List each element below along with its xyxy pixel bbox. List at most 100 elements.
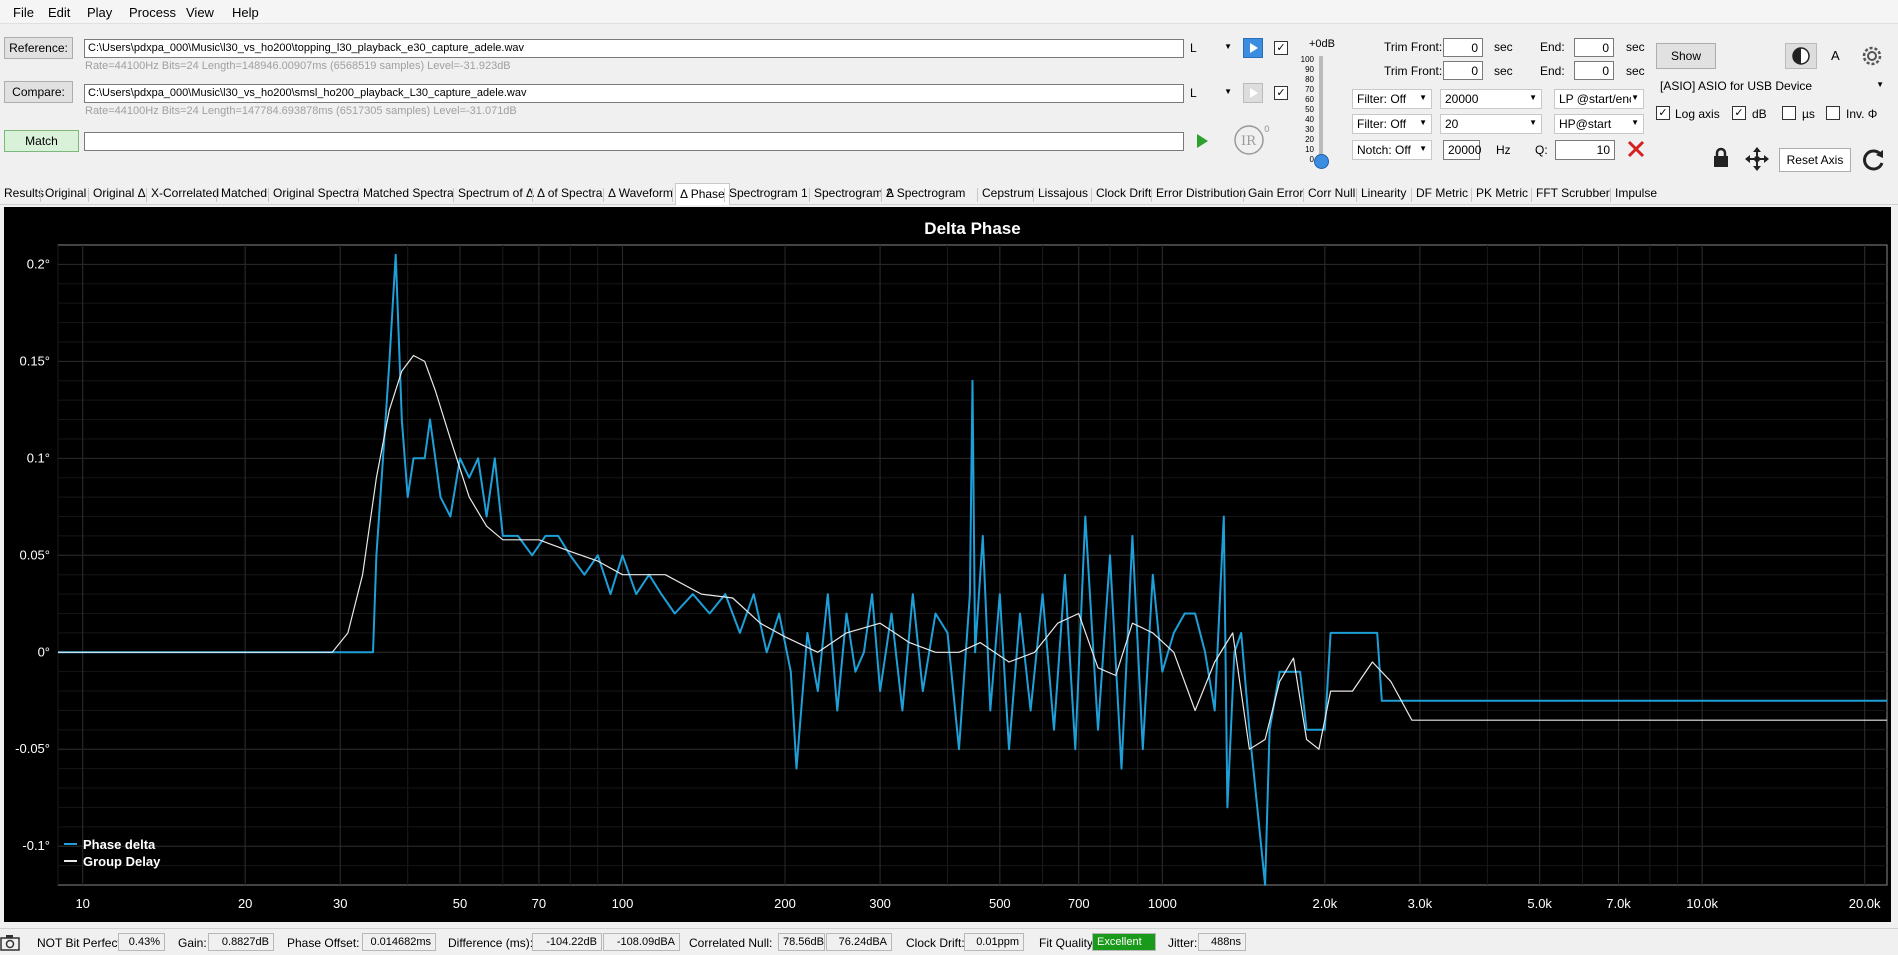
tab-separator bbox=[1303, 188, 1304, 202]
tab-original[interactable]: Original Δ bbox=[91, 186, 148, 200]
tab-original[interactable]: Original bbox=[43, 186, 88, 200]
pan-move-icon[interactable] bbox=[1744, 146, 1770, 172]
reference-button[interactable]: Reference: bbox=[4, 37, 73, 59]
notch-freq-input[interactable]: 20000 bbox=[1443, 140, 1481, 160]
difference-dba-value: -108.09dBA bbox=[603, 933, 680, 951]
menu-edit[interactable]: Edit bbox=[48, 5, 70, 20]
lock-icon[interactable] bbox=[1711, 147, 1731, 169]
trim-end-input-1[interactable]: 0 bbox=[1574, 38, 1614, 57]
y-tick-label: 0.05° bbox=[19, 547, 50, 562]
reference-channel-select[interactable]: L ▼ bbox=[1186, 39, 1236, 59]
tab-pk-metric[interactable]: PK Metric bbox=[1474, 186, 1530, 200]
log-axis-checkbox[interactable]: ✓ bbox=[1656, 106, 1670, 120]
asio-device-select[interactable]: [ASIO] ASIO for USB Device ▼ bbox=[1656, 77, 1888, 97]
tab-matched-spectra[interactable]: Matched Spectra bbox=[361, 186, 456, 200]
tab-x-correlated[interactable]: X-Correlated bbox=[149, 186, 221, 200]
menu-view[interactable]: View bbox=[186, 5, 214, 20]
fit-quality-label: Fit Quality: bbox=[1039, 936, 1097, 950]
tab-cepstrum[interactable]: Cepstrum bbox=[980, 186, 1036, 200]
tab-spectrum-of[interactable]: Spectrum of Δ bbox=[456, 186, 536, 200]
tab-error-distribution[interactable]: Error Distribution bbox=[1154, 186, 1248, 200]
level-top-label: +0dB bbox=[1309, 38, 1335, 50]
trim-front-input-2[interactable]: 0 bbox=[1443, 61, 1483, 80]
hp-filter-type-select[interactable]: HP@start ▼ bbox=[1554, 114, 1644, 134]
tab-fft-scrubber[interactable]: FFT Scrubber bbox=[1534, 186, 1612, 200]
tab-spectrogram[interactable]: Δ Spectrogram bbox=[884, 186, 967, 200]
tab-linearity[interactable]: Linearity bbox=[1359, 186, 1408, 200]
tab-df-metric[interactable]: DF Metric bbox=[1414, 186, 1470, 200]
trim-end-unit-2: sec bbox=[1626, 64, 1645, 78]
match-button[interactable]: Match bbox=[4, 130, 79, 152]
tab-corr-null[interactable]: Corr Null bbox=[1306, 186, 1357, 200]
x-tick-label: 3.0k bbox=[1408, 896, 1433, 911]
menu-file[interactable]: File bbox=[13, 5, 34, 20]
notch-q-input[interactable]: 10 bbox=[1555, 140, 1615, 160]
tab-spectrogram-2[interactable]: Spectrogram 2 bbox=[812, 186, 895, 200]
tab-spectrogram-1[interactable]: Spectrogram 1 bbox=[727, 186, 810, 200]
menu-process[interactable]: Process bbox=[129, 5, 176, 20]
view-tabs: Results Original Original Δ X-Correlated Mat… bbox=[0, 183, 1898, 205]
play-reference-icon[interactable] bbox=[1243, 38, 1263, 58]
trim-end-unit-1: sec bbox=[1626, 40, 1645, 54]
tab-clock-drift[interactable]: Clock Drift bbox=[1094, 186, 1153, 200]
plot-frame bbox=[57, 244, 1888, 886]
reference-path-field[interactable]: C:\Users\pdxpa_000\Music\l30_vs_ho200\to… bbox=[84, 39, 1184, 58]
clock-drift-label: Clock Drift: bbox=[906, 936, 965, 950]
gain-value: 0.8827dB bbox=[208, 933, 274, 951]
tab-lissajous[interactable]: Lissajous bbox=[1036, 186, 1090, 200]
camera-icon[interactable] bbox=[0, 934, 20, 952]
tab-separator bbox=[358, 188, 359, 202]
hp-filter-freq-select[interactable]: 20 ▼ bbox=[1440, 114, 1542, 134]
gear-icon[interactable] bbox=[1859, 43, 1885, 69]
compare-enable-checkbox[interactable]: ✓ bbox=[1274, 86, 1288, 100]
notch-unit-label: Hz bbox=[1496, 143, 1511, 157]
difference-label: Difference (ms): bbox=[448, 936, 534, 950]
menu-help[interactable]: Help bbox=[232, 5, 259, 20]
x-tick-label: 20.0k bbox=[1849, 896, 1881, 911]
tab-gain-error[interactable]: Gain Error bbox=[1246, 186, 1305, 200]
play-match-icon[interactable] bbox=[1192, 131, 1212, 151]
tab-impulse[interactable]: Impulse bbox=[1613, 186, 1659, 200]
play-compare-icon[interactable] bbox=[1243, 83, 1263, 103]
contrast-icon[interactable] bbox=[1785, 43, 1817, 69]
tab-original-spectra[interactable]: Original Spectra bbox=[271, 186, 361, 200]
reset-axis-button[interactable]: Reset Axis bbox=[1779, 148, 1851, 172]
font-a-label[interactable]: A bbox=[1831, 48, 1840, 63]
level-slider-track[interactable] bbox=[1319, 56, 1323, 164]
compare-button[interactable]: Compare: bbox=[4, 81, 73, 103]
tab-separator bbox=[532, 188, 533, 202]
lp-filter-mode-select[interactable]: Filter: Off ▼ bbox=[1352, 89, 1432, 109]
tab-separator bbox=[809, 188, 810, 202]
status-bar: NOT Bit Perfect 0.43% Gain: 0.8827dB Pha… bbox=[0, 928, 1898, 955]
trim-front-input-1[interactable]: 0 bbox=[1443, 38, 1483, 57]
x-tick-label: 10.0k bbox=[1686, 896, 1718, 911]
db-checkbox[interactable]: ✓ bbox=[1732, 106, 1746, 120]
tab-of-spectra[interactable]: Δ of Spectra bbox=[535, 186, 604, 200]
clear-filters-icon[interactable] bbox=[1626, 139, 1646, 159]
compare-path-field[interactable]: C:\Users\pdxpa_000\Music\l30_vs_ho200\sm… bbox=[84, 84, 1184, 103]
tab-waveform[interactable]: Δ Waveform bbox=[606, 186, 675, 200]
lp-filter-type-select[interactable]: LP @start/enc ▼ bbox=[1554, 89, 1644, 109]
tab-phase[interactable]: Δ Phase bbox=[675, 183, 730, 205]
show-button[interactable]: Show bbox=[1656, 43, 1716, 69]
x-tick-label: 70 bbox=[532, 896, 546, 911]
match-field[interactable] bbox=[84, 132, 1184, 151]
trim-end-input-2[interactable]: 0 bbox=[1574, 61, 1614, 80]
x-tick-label: 700 bbox=[1068, 896, 1090, 911]
bit-perfect-value: 0.43% bbox=[118, 933, 165, 951]
trim-front-label-1: Trim Front: bbox=[1384, 40, 1443, 54]
tab-matched[interactable]: Matched bbox=[219, 186, 269, 200]
invert-phase-checkbox[interactable] bbox=[1826, 106, 1840, 120]
hp-filter-mode-select[interactable]: Filter: Off ▼ bbox=[1352, 114, 1432, 134]
menu-play[interactable]: Play bbox=[87, 5, 112, 20]
notch-mode-select[interactable]: Notch: Off ▼ bbox=[1352, 140, 1432, 160]
level-slider-thumb[interactable] bbox=[1314, 154, 1329, 169]
lp-filter-freq-select[interactable]: 20000 ▼ bbox=[1440, 89, 1542, 109]
y-tick-label: -0.1° bbox=[22, 838, 50, 853]
us-checkbox[interactable] bbox=[1782, 106, 1796, 120]
refresh-icon[interactable] bbox=[1861, 147, 1887, 173]
tab-separator bbox=[40, 188, 41, 202]
ir-icon[interactable]: IR 0 bbox=[1232, 122, 1272, 158]
reference-enable-checkbox[interactable]: ✓ bbox=[1274, 41, 1288, 55]
compare-channel-select[interactable]: L ▼ bbox=[1186, 84, 1236, 104]
